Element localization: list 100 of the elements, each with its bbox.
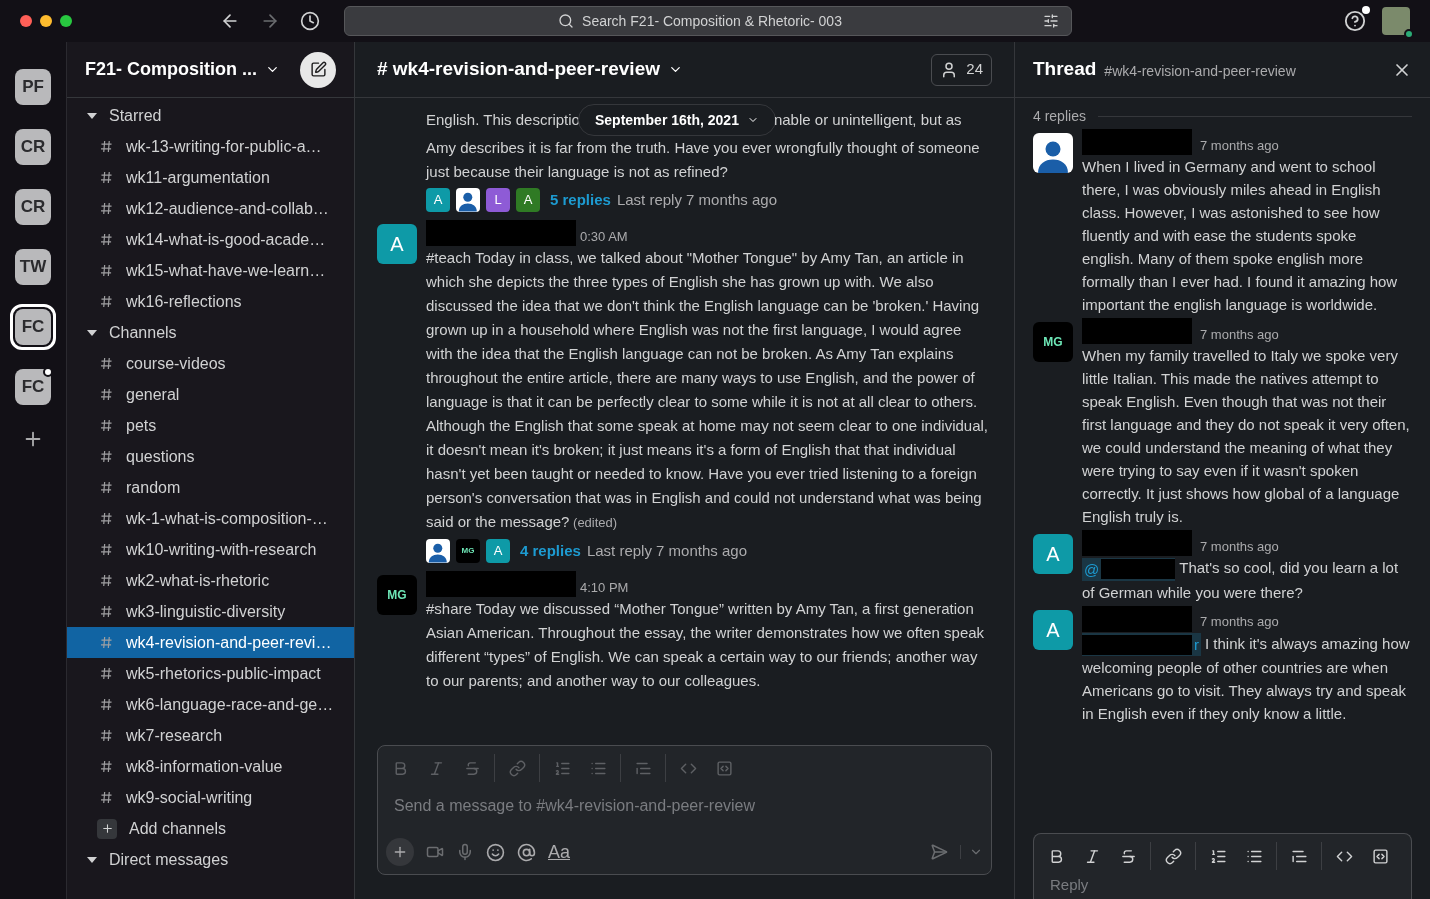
replies-link[interactable]: 4 replies: [520, 539, 581, 563]
channel-item[interactable]: random: [67, 472, 354, 503]
workspace-menu[interactable]: F21- Composition ...: [85, 56, 280, 83]
message-text: @ That's so cool, did you learn a lot of German while you were there?: [1082, 556, 1400, 603]
hash-icon: [101, 419, 112, 432]
send-button[interactable]: [930, 843, 948, 861]
section-header[interactable]: Channels: [67, 317, 354, 348]
last-reply-text: Last reply 7 months ago: [586, 540, 747, 561]
channel-item[interactable]: general: [67, 379, 354, 410]
message-time: 7 months ago: [1200, 537, 1279, 556]
channel-item[interactable]: pets: [67, 410, 354, 441]
reply-input[interactable]: Reply: [1042, 874, 1403, 897]
channel-item[interactable]: wk16-reflections: [67, 286, 354, 317]
hash-icon: [101, 233, 112, 246]
last-reply-text: Last reply 7 months ago: [616, 189, 777, 210]
channel-item[interactable]: questions: [67, 441, 354, 472]
reply-composer[interactable]: Reply: [1033, 833, 1412, 899]
hash-icon: [101, 357, 112, 370]
message-text: When my family travelled to Italy we spoke very little Italian. This made the natives attempt to speak English. Even though that was not their first language and they do not speak it very often, we could understand the meaning of what they were trying to say even if it wasn't spoken correctly. It just shows how global of a language English truly is.: [1082, 346, 1411, 527]
hash-icon: [101, 450, 112, 463]
message-input[interactable]: Send a message to #wk4-revision-and-peer-review: [386, 794, 983, 818]
avatar-letter: A: [486, 539, 510, 563]
channel-item[interactable]: wk11-argumentation: [67, 162, 354, 193]
hash-icon: [101, 388, 112, 401]
message-text: #share Today we discussed “Mother Tongue” written by Amy Tan, a first generation Asian American. Throughout the essay, the writer demonstrates how we often speak different “types” of English. We can speak a certain way to our friends; another way to our parents; and another way to our colleagues.: [426, 599, 986, 691]
filter-icon: [1043, 13, 1059, 29]
channel-item[interactable]: wk12-audience-and-collab…: [67, 193, 354, 224]
message-time: 7 months ago: [1200, 325, 1279, 344]
hash-icon: [101, 481, 112, 494]
person-avatar-icon: [1033, 133, 1073, 173]
compose-icon: [309, 61, 327, 78]
hash-icon: [101, 140, 112, 153]
hash-icon: [101, 667, 112, 680]
mention-tag[interactable]: @: [1082, 557, 1176, 581]
avatar-letter: A: [1033, 609, 1073, 650]
hash-icon: [101, 295, 112, 308]
close-window-icon[interactable]: [20, 15, 32, 27]
message-composer[interactable]: Send a message to #wk4-revision-and-peer-review Aa: [377, 745, 992, 875]
message-time: 4:10 PM: [580, 578, 629, 597]
channel-item[interactable]: wk7-research: [67, 720, 354, 751]
message-text: When I lived in Germany and went to school there, I was obviously miles ahead in English class. However, I was astonished to see how fluently and with ease the students spoke english. Many of them spoke english more formally than I ever had. I found it amazing how important the english language is worldwide.: [1082, 157, 1399, 315]
hash-icon: [101, 791, 112, 804]
workspace-button[interactable]: FC: [10, 304, 56, 350]
avatar-letter: A: [1033, 534, 1073, 574]
message-text: Amy describes it is far from the truth. Have you ever wrongfully thought of someone just because their language is not as refined?: [426, 138, 981, 182]
channel-item[interactable]: wk8-information-value: [67, 751, 354, 782]
hash-icon: [101, 543, 112, 556]
search-icon: [558, 13, 575, 29]
formatting-button[interactable]: Aa: [548, 838, 571, 866]
add-button[interactable]: [386, 838, 414, 866]
plus-icon: [97, 818, 117, 839]
channel-item[interactable]: wk10-writing-with-research: [67, 534, 354, 565]
mention-button[interactable]: [517, 842, 536, 862]
avatar-letter: A: [377, 224, 417, 264]
members-button[interactable]: 24: [931, 53, 992, 86]
message-text: nable or unintelligent, but as: [773, 110, 962, 130]
channel-item[interactable]: course-videos: [67, 348, 354, 379]
thread-channel: #wk4-revision-and-peer-review: [1104, 61, 1296, 81]
channel-item[interactable]: wk5-rhetorics-public-impact: [67, 658, 354, 689]
send-options-button[interactable]: [960, 845, 983, 859]
channel-item[interactable]: wk3-linguistic-diversity: [67, 596, 354, 627]
person-avatar-icon: [456, 188, 480, 212]
message-time: 0:30 AM: [580, 227, 628, 246]
channel-item[interactable]: wk-1-what-is-composition-…: [67, 503, 354, 534]
caret-icon: [87, 327, 97, 338]
section-header[interactable]: Starred: [67, 100, 354, 131]
hash-icon: [101, 202, 112, 215]
section-header[interactable]: Direct messages: [67, 844, 354, 875]
channel-item[interactable]: wk2-what-is-rhetoric: [67, 565, 354, 596]
message-time: 7 months ago: [1200, 136, 1279, 155]
search-field[interactable]: Search F21- Composition & Rhetoric- 003: [344, 6, 1072, 36]
minimize-window-icon[interactable]: [40, 15, 52, 27]
avatar-initials: MG: [377, 575, 417, 615]
avatar-letter: L: [486, 188, 510, 212]
hash-icon: [101, 605, 112, 618]
message-text: r I think it's always amazing how welcoming people of other countries are when Americans go to visit. They always try and speak in English even if they only know a little.: [1082, 632, 1411, 725]
mention-tag[interactable]: r: [1082, 633, 1201, 657]
hash-icon: [101, 636, 112, 649]
channel-item[interactable]: wk-13-writing-for-public-a…: [67, 131, 354, 162]
thread-title: Thread: [1033, 57, 1097, 82]
emoji-button[interactable]: [486, 842, 505, 862]
caret-icon: [87, 110, 97, 121]
zoom-window-icon[interactable]: [60, 15, 72, 27]
profile-photo-placeholder[interactable]: [1382, 7, 1410, 35]
channel-item[interactable]: wk14-what-is-good-acade…: [67, 224, 354, 255]
channel-item[interactable]: wk4-revision-and-peer-revi…: [67, 627, 354, 658]
avatar-initials: MG: [1033, 322, 1073, 362]
hash-icon: [101, 264, 112, 277]
message-text: #teach Today in class, we talked about "Mother Tongue" by Amy Tan, an article in which she depicts the three types of English she has grown up with. We also discussed the idea that we don't think the English language can be 'broken.' Having grown up in a household where English was not the first language, I would agree with the idea that the English language can not be broken. As Amy Tan explains throughout the entire article, there are many ways to use English, and the power of language is that it can be perfectly clear to some while it is not at all clear to others. Although the English that some speak at home may not seem clear to one individual, it doesn't mean it's broken; it just means it's a form of English that that individual hasn't yet been taught or needed to know. Have you ever tried listening to a foreign person's conversation that was in English and could not understand what was being said or the message? (edited): [426, 248, 989, 532]
hash-icon: [101, 729, 112, 742]
channel-item[interactable]: wk6-language-race-and-ge…: [67, 689, 354, 720]
microphone-icon[interactable]: [456, 843, 474, 861]
history-button[interactable]: [300, 11, 320, 31]
add-channels-button[interactable]: Add channels: [67, 813, 354, 844]
channel-title[interactable]: # wk4-revision-and-peer-review: [377, 55, 683, 84]
compose-button[interactable]: [300, 51, 336, 88]
channel-item[interactable]: wk15-what-have-we-learn…: [67, 255, 354, 286]
replies-link[interactable]: 5 replies: [550, 188, 611, 212]
channel-item[interactable]: wk9-social-writing: [67, 782, 354, 813]
reply-count: 4 replies: [1033, 107, 1086, 126]
